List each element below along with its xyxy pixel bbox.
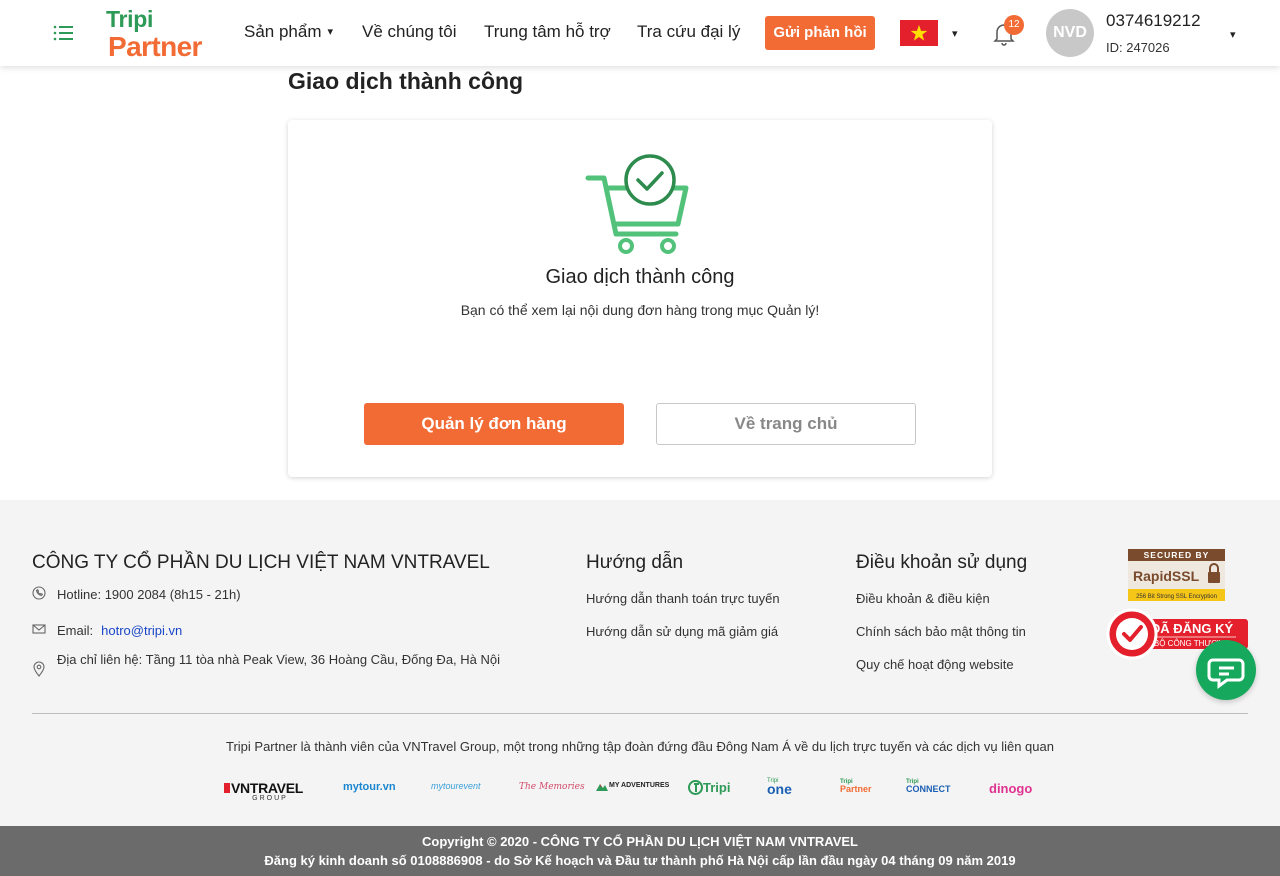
terms-title: Điều khoản sử dụng: [856, 552, 1028, 573]
tripi-logo[interactable]: Tripi: [688, 779, 734, 797]
user-id: ID: 247026: [1106, 40, 1170, 55]
tripi-partner-logo[interactable]: Tripi Partner: [106, 6, 218, 62]
mail-icon: [32, 622, 46, 639]
bct-badge-line1: ĐÃ ĐĂNG KÝ: [1151, 621, 1234, 636]
copyright-bar: Copyright © 2020 - CÔNG TY CỔ PHẦN DU LỊ…: [0, 826, 1280, 876]
user-phone: 0374619212: [1106, 11, 1201, 30]
footer: CÔNG TY CỔ PHẦN DU LỊCH VIỆT NAM VNTRAVE…: [0, 500, 1280, 826]
tripi-partner-small-text: Partner: [840, 784, 872, 794]
terms-link-privacy[interactable]: Chính sách bảo mật thông tin: [856, 624, 1026, 639]
top-header: Tripi Partner Sản phẩm ▾ Về chúng tôi Tru…: [0, 0, 1280, 66]
group-membership-text: Tripi Partner là thành viên của VNTravel…: [226, 739, 1054, 754]
tripi-connect-logo[interactable]: Tripi CONNECT: [906, 779, 960, 799]
ssl-badge-sub-text: 256 Bit Strong SSL Encryption: [1136, 594, 1217, 600]
manage-orders-button[interactable]: Quản lý đơn hàng: [364, 403, 624, 445]
back-to-home-button[interactable]: Về trang chủ: [656, 403, 916, 445]
terms-link-conditions[interactable]: Điều khoản & điều kiện: [856, 591, 990, 606]
mytour-logo[interactable]: mytour.vn: [343, 781, 396, 793]
user-menu-chevron-down-icon[interactable]: ▾: [1230, 28, 1236, 41]
location-pin-icon: [32, 661, 46, 680]
hotline-row: Hotline: 1900 2084 (8h15 - 21h): [32, 585, 512, 605]
guide-title: Hướng dẫn: [586, 552, 684, 573]
rapidssl-badge[interactable]: SECURED BY RapidSSL 256 Bit Strong SSL E…: [1128, 549, 1225, 601]
cart-check-icon: [584, 148, 694, 263]
logo-text-bottom: Partner: [108, 31, 202, 62]
guide-link-online-payment[interactable]: Hướng dẫn thanh toán trực tuyến: [586, 591, 780, 606]
copyright-line: Copyright © 2020 - CÔNG TY CỔ PHẦN DU LỊ…: [422, 834, 858, 849]
mytour-event-logo[interactable]: mytourevent: [431, 781, 481, 791]
ssl-badge-top-text: SECURED BY: [1144, 550, 1210, 560]
vietnam-flag-icon[interactable]: [900, 20, 938, 46]
hamburger-menu-icon[interactable]: [52, 22, 76, 44]
tripi-partner-small-logo[interactable]: Tripi Partner: [840, 779, 880, 799]
tripi-one-text: one: [767, 781, 792, 797]
nav-support-center[interactable]: Trung tâm hỗ trợ: [484, 22, 611, 42]
tripi-logo-text: Tripi: [703, 780, 731, 795]
terms-link-operating-rules[interactable]: Quy chế hoạt động website: [856, 657, 1014, 672]
guide-link-discount-code[interactable]: Hướng dẫn sử dụng mã giảm giá: [586, 624, 778, 639]
ssl-badge-brand-text: RapidSSL: [1133, 568, 1200, 584]
dinogo-logo[interactable]: dinogo: [989, 781, 1032, 796]
address-row: Địa chỉ liên hệ: Tầng 11 tòa nhà Peak Vi…: [32, 650, 512, 692]
notification-count-badge: 12: [1004, 15, 1024, 35]
success-message: Bạn có thể xem lại nội dung đơn hàng tro…: [460, 302, 820, 318]
chevron-down-icon: ▾: [327, 26, 334, 38]
email-label: Email:: [57, 623, 94, 638]
tripi-connect-text: CONNECT: [906, 784, 951, 794]
the-memories-logo[interactable]: The Memories: [519, 782, 585, 792]
nav-about-us[interactable]: Về chúng tôi: [362, 22, 457, 42]
my-adventures-logo[interactable]: MY ADVENTURES: [596, 781, 670, 795]
tripi-one-logo[interactable]: Tripi one: [767, 778, 801, 798]
business-registration-line: Đăng ký kinh doanh số 0108886908 - do Sở…: [264, 853, 1016, 868]
company-name: CÔNG TY CỔ PHẦN DU LỊCH VIỆT NAM VNTRAVE…: [32, 552, 490, 573]
my-adventures-text: MY ADVENTURES: [609, 782, 670, 789]
vntravel-group-logo[interactable]: VNTRAVEL GROUP: [224, 780, 316, 804]
success-title: Giao dịch thành công: [545, 266, 735, 288]
page-title: Giao dịch thành công: [288, 68, 524, 94]
vntravel-logo-text: VNTRAVEL: [231, 780, 304, 796]
chat-bubble-icon[interactable]: [1196, 640, 1256, 700]
nav-products[interactable]: Sản phẩm ▾: [244, 22, 333, 42]
user-avatar[interactable]: NVD: [1046, 9, 1094, 57]
logo-text-top: Tripi: [106, 6, 154, 32]
hotline-text: Hotline: 1900 2084 (8h15 - 21h): [57, 587, 241, 602]
email-link[interactable]: hotro@tripi.vn: [101, 623, 182, 638]
address-text: Địa chỉ liên hệ: Tầng 11 tòa nhà Peak Vi…: [57, 652, 501, 667]
email-row: Email: hotro@tripi.vn: [32, 621, 512, 641]
nav-products-label: Sản phẩm: [244, 22, 322, 41]
success-card: Giao dịch thành công Bạn có thể xem lại …: [288, 120, 992, 477]
language-chevron-down-icon[interactable]: ▾: [952, 27, 958, 40]
phone-icon: [32, 586, 46, 603]
nav-agent-lookup[interactable]: Tra cứu đại lý: [637, 22, 740, 42]
vntravel-logo-sub: GROUP: [252, 795, 288, 802]
send-feedback-button[interactable]: Gửi phản hồi: [765, 16, 875, 50]
footer-divider: [32, 713, 1248, 714]
